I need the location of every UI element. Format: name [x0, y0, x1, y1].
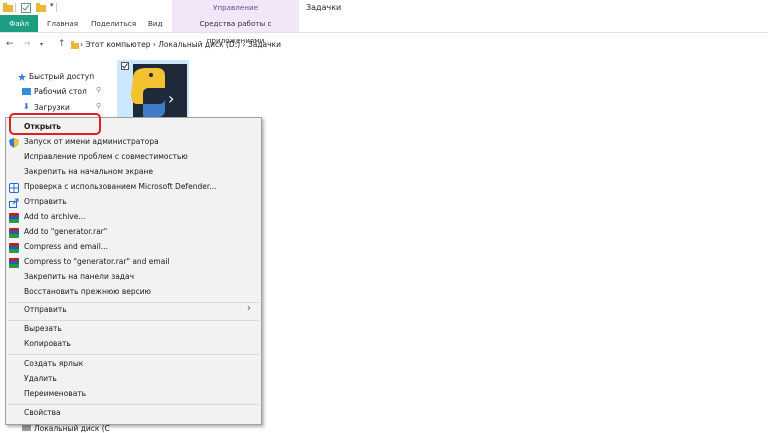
- tab-home[interactable]: Главная: [47, 15, 78, 32]
- winrar-icon: [9, 228, 19, 238]
- divider: [56, 3, 57, 12]
- tab-share[interactable]: Поделиться: [91, 15, 136, 32]
- context-tab-header: Управление: [172, 0, 299, 15]
- menu-separator: [8, 302, 259, 303]
- pin-icon: ⚲: [96, 86, 102, 94]
- menu-item-label: Compress to "generator.rar" and email: [24, 257, 170, 266]
- nav-item-downloads[interactable]: Загрузки: [34, 103, 70, 112]
- menu-item-add-to-archive[interactable]: Add to archive...: [6, 211, 261, 225]
- new-folder-icon[interactable]: [36, 3, 46, 12]
- window-title: Задачки: [306, 3, 342, 12]
- menu-item-pin-start[interactable]: Закрепить на начальном экране: [6, 166, 261, 180]
- menu-separator: [8, 404, 259, 405]
- file-tile-generator[interactable]: ›: [117, 60, 189, 118]
- properties-icon[interactable]: [21, 3, 31, 13]
- menu-item-label: Восстановить прежнюю версию: [24, 287, 151, 296]
- ribbon-tabs: Файл Главная Поделиться Вид Средства раб…: [0, 15, 768, 45]
- menu-item-delete[interactable]: Удалить: [6, 373, 261, 387]
- menu-item-share[interactable]: Отправить: [6, 196, 261, 210]
- up-arrow-icon[interactable]: ↑: [58, 39, 66, 49]
- menu-item-label: Копировать: [24, 339, 71, 348]
- menu-item-send-to[interactable]: Отправить ›: [6, 303, 261, 318]
- nav-item-desktop[interactable]: Рабочий стол: [34, 87, 87, 96]
- address-bar[interactable]: › Этот компьютер › Локальный диск (D:) ›…: [80, 40, 281, 49]
- menu-item-defender-scan[interactable]: Проверка с использованием Microsoft Defe…: [6, 181, 261, 195]
- menu-item-label: Закрепить на панели задач: [24, 272, 135, 281]
- divider: [15, 3, 16, 12]
- menu-item-run-as-admin[interactable]: Запуск от имени администратора: [6, 136, 261, 150]
- menu-item-label: Закрепить на начальном экране: [24, 167, 153, 176]
- forward-arrow-icon[interactable]: →: [23, 39, 31, 49]
- menu-item-label: Запуск от имени администратора: [24, 137, 159, 146]
- menu-item-label: Переименовать: [24, 389, 87, 398]
- menu-separator: [8, 320, 259, 321]
- menu-item-label: Создать ярлык: [24, 359, 84, 368]
- menu-item-add-to-rar[interactable]: Add to "generator.rar": [6, 226, 261, 240]
- menu-item-pin-taskbar[interactable]: Закрепить на панели задач: [6, 271, 261, 285]
- drive-icon: [22, 425, 31, 431]
- menu-item-rename[interactable]: Переименовать: [6, 388, 261, 402]
- menu-item-label: Свойства: [24, 408, 61, 417]
- menu-item-label: Compress and email...: [24, 242, 108, 251]
- svg-text:›: ›: [168, 89, 174, 108]
- menu-separator: [8, 354, 259, 355]
- menu-item-properties[interactable]: Свойства: [6, 407, 261, 421]
- chevron-down-icon[interactable]: ▾: [50, 1, 54, 9]
- menu-item-compress-rar-email[interactable]: Compress to "generator.rar" and email: [6, 256, 261, 270]
- tab-file[interactable]: Файл: [0, 15, 38, 32]
- share-icon: [9, 198, 19, 208]
- winrar-icon: [9, 243, 19, 253]
- defender-icon: [9, 183, 19, 193]
- winrar-icon: [9, 258, 19, 268]
- nav-item-quick-access[interactable]: Быстрый доступ: [29, 72, 94, 81]
- menu-item-label: Удалить: [24, 374, 57, 383]
- menu-item-label: Add to archive...: [24, 212, 86, 221]
- winrar-icon: [9, 213, 19, 223]
- menu-item-label: Отправить: [24, 305, 67, 314]
- folder-icon: [3, 3, 13, 12]
- tab-app-tools[interactable]: Средства работы с приложениями: [172, 15, 299, 45]
- context-menu: Открыть Запуск от имени администратора И…: [5, 117, 262, 425]
- menu-item-troubleshoot-compat[interactable]: Исправление проблем с совместимостью: [6, 151, 261, 165]
- download-icon: ⬇: [23, 102, 30, 111]
- pin-icon: ⚲: [96, 102, 102, 110]
- menu-item-label: Вырезать: [24, 324, 62, 333]
- menu-item-label: Add to "generator.rar": [24, 227, 108, 236]
- tab-view[interactable]: Вид: [148, 15, 163, 32]
- menu-item-restore-previous[interactable]: Восстановить прежнюю версию: [6, 286, 261, 300]
- chevron-right-icon: ›: [247, 303, 251, 314]
- star-icon: [18, 73, 26, 81]
- back-arrow-icon[interactable]: ←: [6, 39, 14, 49]
- quick-access-toolbar: ▾: [0, 0, 768, 16]
- menu-item-label: Исправление проблем с совместимостью: [24, 152, 188, 161]
- folder-icon: [71, 41, 79, 49]
- recent-chevron-icon[interactable]: ▾: [40, 41, 43, 48]
- menu-item-copy[interactable]: Копировать: [6, 338, 261, 352]
- python-file-icon: ›: [131, 64, 187, 118]
- shield-icon: [9, 138, 19, 148]
- desktop-icon: [22, 88, 31, 95]
- menu-item-compress-email[interactable]: Compress and email...: [6, 241, 261, 255]
- menu-item-label: Проверка с использованием Microsoft Defe…: [24, 182, 217, 191]
- menu-item-label: Отправить: [24, 197, 67, 206]
- menu-item-cut[interactable]: Вырезать: [6, 323, 261, 337]
- menu-item-create-shortcut[interactable]: Создать ярлык: [6, 358, 261, 372]
- highlight-box: [9, 113, 101, 135]
